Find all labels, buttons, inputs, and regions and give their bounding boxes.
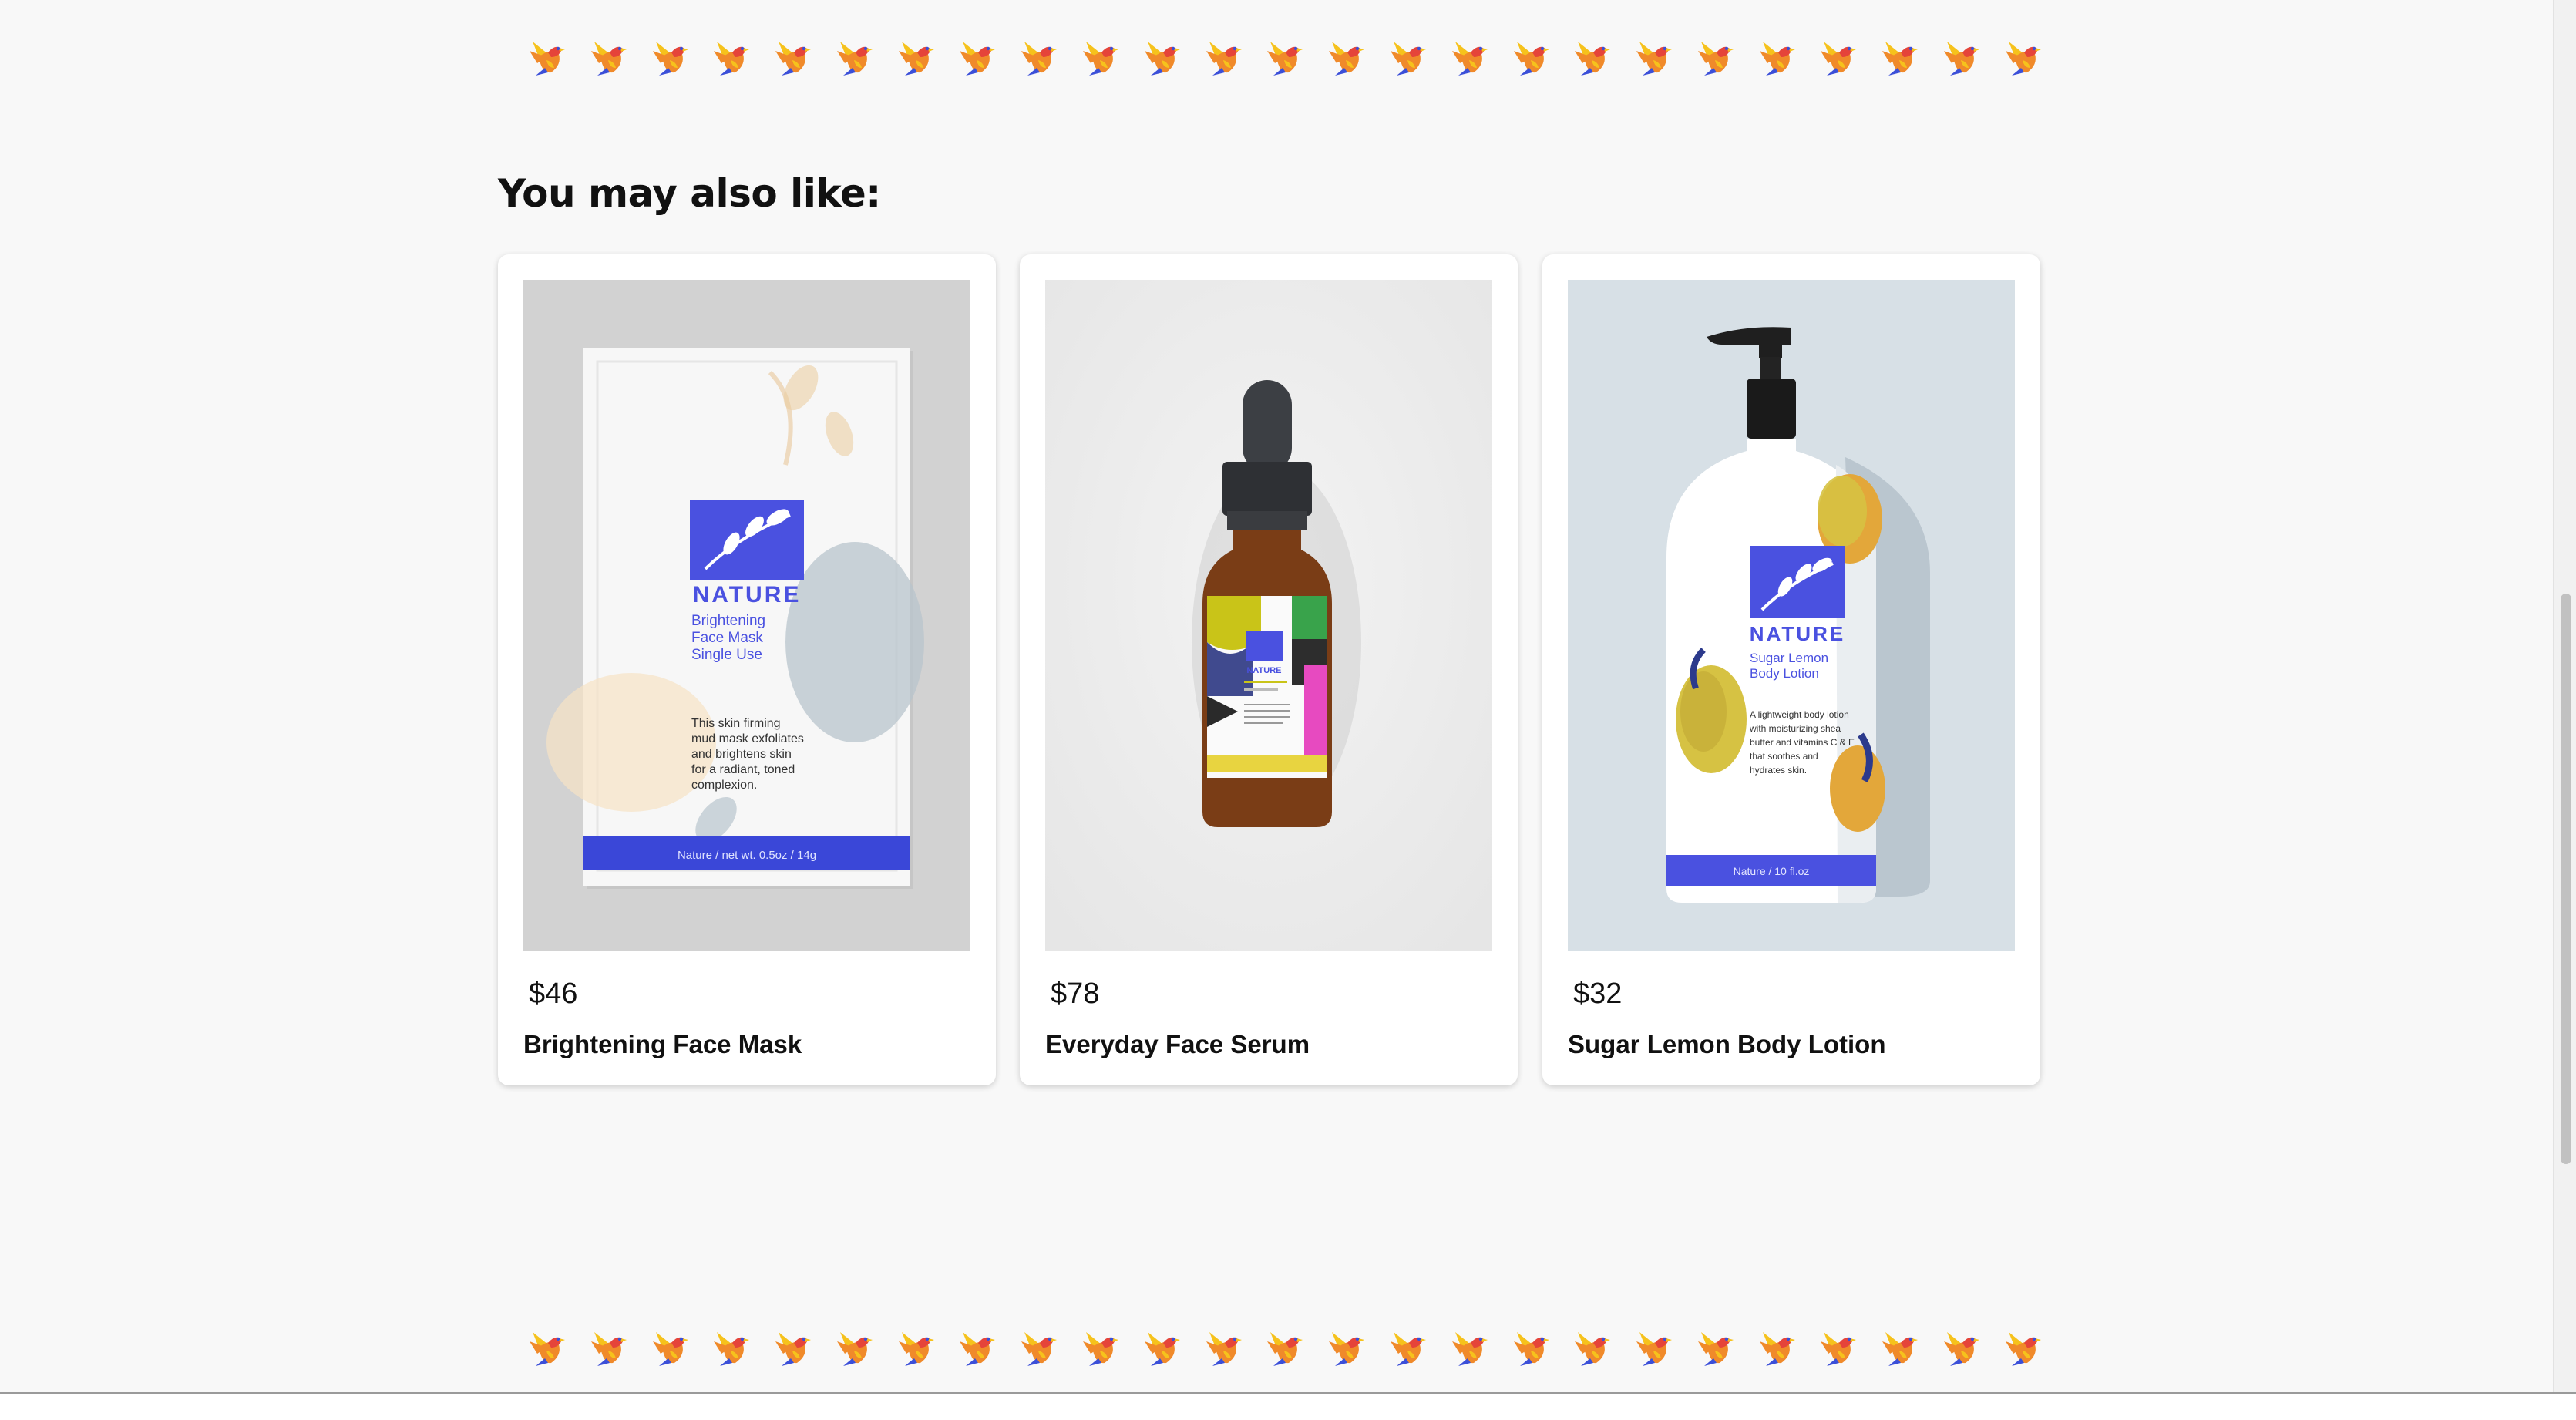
- scrollbar-thumb[interactable]: [2561, 594, 2571, 1164]
- product-image-face-mask[interactable]: NATURE Brightening Face Mask Single Use …: [523, 280, 970, 951]
- product-grid: NATURE Brightening Face Mask Single Use …: [498, 254, 2041, 1087]
- product-card-sugar-lemon-body-lotion[interactable]: NATURE Sugar Lemon Body Lotion A lightwe…: [1542, 254, 2040, 1085]
- bird-icon: [1021, 1332, 1058, 1366]
- svg-text:Single Use: Single Use: [691, 647, 762, 663]
- bird-icon: [652, 1332, 688, 1366]
- bird-icon: [1083, 1332, 1119, 1366]
- svg-text:hydrates skin.: hydrates skin.: [1750, 765, 1807, 776]
- bird-icon: [1821, 1332, 1857, 1366]
- product-page: You may also like: NATURE Brightening Fa…: [0, 0, 2576, 1420]
- bird-icon: [1329, 42, 1365, 76]
- bird-icon: [590, 1332, 627, 1366]
- face-mask-illustration: NATURE Brightening Face Mask Single Use …: [523, 280, 970, 951]
- bird-icon: [1390, 1332, 1426, 1366]
- bird-icon: [652, 42, 688, 76]
- product-name[interactable]: Everyday Face Serum: [1045, 1030, 1310, 1059]
- svg-text:This skin firming: This skin firming: [691, 717, 781, 730]
- bird-icon: [714, 1332, 750, 1366]
- bird-icon: [1697, 42, 1734, 76]
- svg-text:mud mask exfoliates: mud mask exfoliates: [691, 732, 804, 745]
- bird-icon: [898, 42, 934, 76]
- bird-icon: [1882, 42, 1919, 76]
- bird-icon: [1943, 1332, 1979, 1366]
- bird-icon: [1206, 1332, 1242, 1366]
- svg-text:A lightweight body lotion: A lightweight body lotion: [1750, 709, 1849, 720]
- body-lotion-illustration: NATURE Sugar Lemon Body Lotion A lightwe…: [1568, 280, 2015, 951]
- bird-icon: [836, 42, 873, 76]
- bird-icon: [1821, 42, 1857, 76]
- svg-text:NATURE: NATURE: [1750, 622, 1845, 645]
- bottom-strip: [0, 1394, 2576, 1420]
- bird-icon: [1329, 1332, 1365, 1366]
- bird-icon: [1390, 42, 1426, 76]
- product-name[interactable]: Brightening Face Mask: [523, 1030, 802, 1059]
- bird-icon: [1636, 42, 1673, 76]
- bird-icon: [775, 1332, 812, 1366]
- bird-icon: [1451, 1332, 1488, 1366]
- bird-icon: [1759, 42, 1795, 76]
- svg-text:Body Lotion: Body Lotion: [1750, 666, 1819, 681]
- bird-icon: [775, 42, 812, 76]
- vertical-scrollbar[interactable]: [2553, 0, 2576, 1392]
- product-card-brightening-face-mask[interactable]: NATURE Brightening Face Mask Single Use …: [498, 254, 996, 1085]
- product-image-body-lotion[interactable]: NATURE Sugar Lemon Body Lotion A lightwe…: [1568, 280, 2015, 951]
- bird-icon: [1451, 42, 1488, 76]
- bird-icon: [1636, 1332, 1673, 1366]
- bird-icon: [960, 42, 996, 76]
- section-title: You may also like:: [498, 171, 881, 216]
- product-image-face-serum[interactable]: NATURE: [1045, 280, 1492, 951]
- svg-text:Face Mask: Face Mask: [691, 630, 763, 646]
- bird-icon: [960, 1332, 996, 1366]
- bird-icon: [1267, 42, 1303, 76]
- svg-text:NATURE: NATURE: [1246, 666, 1281, 675]
- bird-icon: [1882, 1332, 1919, 1366]
- svg-text:Nature / net wt. 0.5oz / 14g: Nature / net wt. 0.5oz / 14g: [678, 849, 816, 862]
- svg-text:Brightening: Brightening: [691, 613, 765, 629]
- bird-icon: [1144, 1332, 1180, 1366]
- bird-icon: [1697, 1332, 1734, 1366]
- svg-text:with moisturizing shea: with moisturizing shea: [1749, 723, 1841, 734]
- svg-text:NATURE: NATURE: [693, 582, 802, 607]
- svg-text:Sugar Lemon: Sugar Lemon: [1750, 651, 1828, 665]
- bird-icon: [1513, 1332, 1549, 1366]
- face-serum-illustration: NATURE: [1045, 280, 1492, 951]
- bird-icon: [590, 42, 627, 76]
- decorative-bird-row-top: [528, 34, 2043, 80]
- product-price: $46: [529, 978, 578, 1010]
- bird-icon: [1083, 42, 1119, 76]
- bird-icon: [2005, 1332, 2041, 1366]
- bird-icon: [2005, 42, 2041, 76]
- bird-icon: [1759, 1332, 1795, 1366]
- bird-icon: [530, 1332, 565, 1366]
- bird-icon: [1575, 42, 1611, 76]
- product-price: $78: [1051, 978, 1100, 1010]
- bird-icon: [1513, 42, 1549, 76]
- bird-icon: [836, 1332, 873, 1366]
- bird-icon: [1021, 42, 1058, 76]
- svg-text:that soothes and: that soothes and: [1750, 751, 1818, 762]
- bird-icon: [1144, 42, 1180, 76]
- bird-icon: [1943, 42, 1979, 76]
- bird-icon: [714, 42, 750, 76]
- svg-text:complexion.: complexion.: [691, 779, 757, 792]
- product-name[interactable]: Sugar Lemon Body Lotion: [1568, 1030, 1885, 1059]
- product-price: $32: [1573, 978, 1623, 1010]
- svg-text:for a radiant, toned: for a radiant, toned: [691, 763, 795, 776]
- svg-text:Nature / 10 fl.oz: Nature / 10 fl.oz: [1734, 865, 1810, 877]
- svg-text:and brightens skin: and brightens skin: [691, 748, 792, 761]
- bird-icon: [898, 1332, 934, 1366]
- product-card-everyday-face-serum[interactable]: NATURE $78 Everyday Face Serum: [1020, 254, 1518, 1085]
- decorative-bird-row-bottom: [528, 1324, 2043, 1371]
- bird-icon: [1267, 1332, 1303, 1366]
- bird-icon: [530, 42, 565, 76]
- bird-icon: [1206, 42, 1242, 76]
- svg-text:butter and vitamins C & E: butter and vitamins C & E: [1750, 737, 1855, 748]
- bird-icon: [1575, 1332, 1611, 1366]
